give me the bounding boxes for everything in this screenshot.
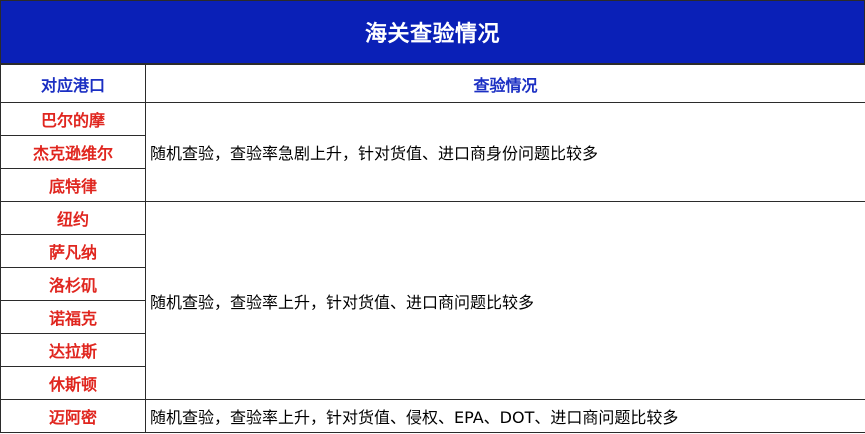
port-cell: 迈阿密 (0, 399, 146, 433)
inspection-table: 对应港口 查验情况 巴尔的摩 随机查验，查验率急剧上升，针对货值、进口商身份问题… (0, 64, 865, 433)
table-title: 海关查验情况 (0, 0, 865, 64)
port-cell: 萨凡纳 (0, 234, 146, 268)
header-situation: 查验情况 (145, 64, 865, 103)
header-port: 对应港口 (0, 64, 146, 103)
port-cell: 巴尔的摩 (0, 102, 146, 136)
table-row: 纽约 随机查验，查验率上升，针对货值、进口商问题比较多 (0, 201, 865, 400)
port-cell: 诺福克 (0, 300, 146, 334)
port-cell: 达拉斯 (0, 333, 146, 367)
situation-cell: 随机查验，查验率上升，针对货值、进口商问题比较多 (145, 201, 865, 400)
port-cell: 休斯顿 (0, 366, 146, 400)
port-cell: 洛杉矶 (0, 267, 146, 301)
situation-cell: 随机查验，查验率急剧上升，针对货值、进口商身份问题比较多 (145, 102, 865, 202)
port-cell: 底特律 (0, 168, 146, 202)
port-cell: 杰克逊维尔 (0, 135, 146, 169)
table-row: 巴尔的摩 随机查验，查验率急剧上升，针对货值、进口商身份问题比较多 (0, 102, 865, 202)
situation-cell: 随机查验，查验率上升，针对货值、侵权、EPA、DOT、进口商问题比较多 (145, 399, 865, 433)
table-row: 迈阿密 随机查验，查验率上升，针对货值、侵权、EPA、DOT、进口商问题比较多 (0, 399, 865, 433)
header-row: 对应港口 查验情况 (0, 64, 865, 103)
customs-inspection-sheet: 海关查验情况 对应港口 查验情况 巴尔的摩 随机查验，查验率急剧上升，针对货值、… (0, 0, 865, 434)
port-cell: 纽约 (0, 201, 146, 235)
